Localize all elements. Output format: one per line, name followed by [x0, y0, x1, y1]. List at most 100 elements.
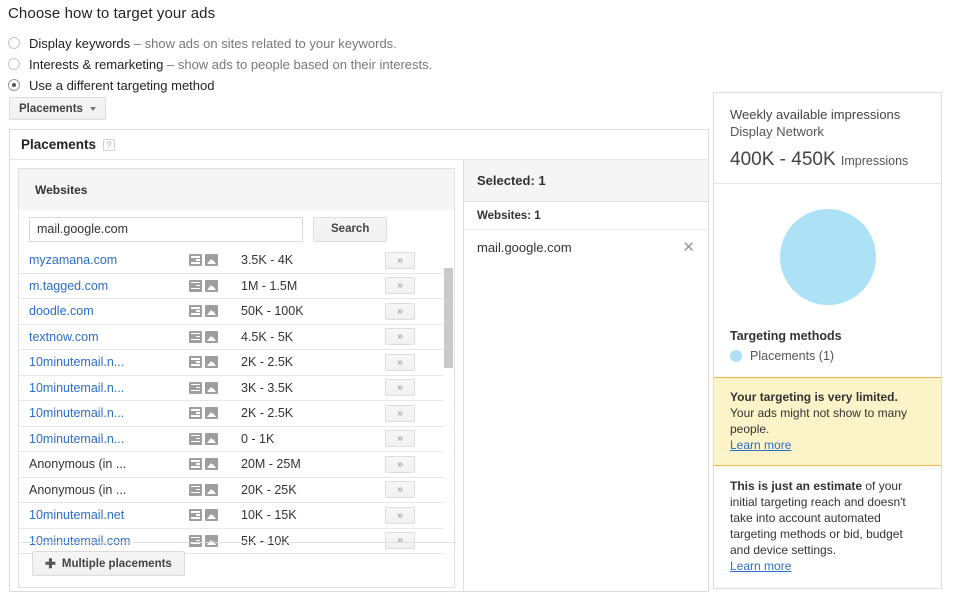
table-row[interactable]: Anonymous (in ... 20M - 25M » — [19, 452, 454, 477]
add-placement-button[interactable]: » — [385, 506, 415, 524]
estimate-line2: Display Network — [730, 124, 824, 139]
details-icon[interactable] — [189, 407, 202, 420]
website-name[interactable]: 10minutemail.n... — [29, 381, 189, 395]
radio-option-interests-remarketing[interactable]: Interests & remarketing – show ads to pe… — [8, 54, 432, 74]
websites-list-container: Search myzamana.com3.5K - 4K»m.tagged.co… — [18, 210, 455, 588]
row-icons — [189, 356, 241, 369]
radio-option-display-keywords[interactable]: Display keywords – show ads on sites rel… — [8, 33, 432, 53]
details-icon[interactable] — [189, 305, 202, 318]
targeting-options-group: Display keywords – show ads on sites rel… — [8, 33, 432, 96]
row-icons — [189, 407, 241, 420]
table-row[interactable]: 10minutemail.n... 0 - 1K » — [19, 427, 454, 452]
add-placement-button[interactable]: » — [385, 481, 415, 499]
estimate-value-row: 400K - 450K Impressions — [730, 149, 925, 171]
website-name[interactable]: m.tagged.com — [29, 279, 189, 293]
chart-icon[interactable] — [205, 330, 218, 343]
reach-circle — [779, 208, 876, 305]
targeting-warning: Your targeting is very limited. Your ads… — [714, 377, 941, 466]
details-icon[interactable] — [189, 330, 202, 343]
chart-icon[interactable] — [205, 483, 218, 496]
add-placement-button[interactable]: » — [385, 379, 415, 397]
chart-icon[interactable] — [205, 305, 218, 318]
radio-indicator[interactable] — [8, 58, 20, 70]
website-name: Anonymous (in ... — [29, 482, 127, 497]
table-row[interactable]: m.tagged.com 1M - 1.5M » — [19, 274, 454, 299]
table-row[interactable]: myzamana.com 3.5K - 4K » — [19, 248, 454, 273]
page-title: Choose how to target your ads — [8, 5, 216, 22]
table-row[interactable]: 10minutemail.n... 2K - 2.5K » — [19, 401, 454, 426]
chart-icon[interactable] — [205, 458, 218, 471]
row-icons — [189, 432, 241, 445]
selected-header: Selected: 1 — [464, 160, 708, 202]
row-impressions: 0 - 1K — [241, 431, 275, 446]
chevron-down-icon — [89, 106, 96, 111]
radio-label: Display keywords – show ads on sites rel… — [29, 35, 397, 51]
warning-text: Your ads might not show to many people. — [730, 406, 907, 436]
chart-icon[interactable] — [205, 381, 218, 394]
details-icon[interactable] — [189, 432, 202, 445]
list-scrollbar-thumb[interactable] — [444, 268, 453, 368]
chart-icon[interactable] — [205, 407, 218, 420]
row-impressions: 3.5K - 4K — [241, 253, 294, 268]
targeting-method-dropdown[interactable]: Placements — [9, 97, 106, 120]
search-input[interactable] — [29, 216, 303, 242]
details-icon[interactable] — [189, 381, 202, 394]
help-icon[interactable]: ? — [103, 138, 116, 151]
website-name[interactable]: textnow.com — [29, 330, 189, 344]
details-icon[interactable] — [189, 279, 202, 292]
radio-indicator[interactable] — [8, 37, 20, 49]
table-row[interactable]: 10minutemail.net 10K - 15K » — [19, 503, 454, 528]
row-icons — [189, 330, 241, 343]
estimate-value: 400K - 450K — [730, 149, 836, 170]
list-item: mail.google.com ✕ — [464, 230, 708, 264]
details-icon[interactable] — [189, 356, 202, 369]
add-placement-button[interactable]: » — [385, 404, 415, 422]
search-button[interactable]: Search — [313, 216, 388, 242]
chart-icon[interactable] — [205, 279, 218, 292]
add-placement-button[interactable]: » — [385, 455, 415, 473]
row-impressions: 3K - 3.5K — [241, 380, 294, 395]
websites-rows: myzamana.com 3.5K - 4K » m.tagged.com 1M - 1… — [19, 248, 454, 558]
row-icons — [189, 254, 241, 267]
panel-body: Websites Search myzamana.com3.5K - 4K»m.… — [10, 160, 708, 592]
targeting-method-legend-item: Placements (1) — [714, 343, 941, 377]
table-row[interactable]: doodle.com 50K - 100K » — [19, 299, 454, 324]
note-learn-more-link[interactable]: Learn more — [730, 559, 791, 573]
details-icon[interactable] — [189, 254, 202, 267]
table-row[interactable]: textnow.com 4.5K - 5K » — [19, 325, 454, 350]
add-placement-button[interactable]: » — [385, 302, 415, 320]
add-placement-button[interactable]: » — [385, 251, 415, 269]
details-icon[interactable] — [189, 483, 202, 496]
add-placement-button[interactable]: » — [385, 277, 415, 295]
selected-column: Selected: 1 Websites: 1 mail.google.com … — [464, 160, 708, 592]
targeting-methods-title: Targeting methods — [730, 329, 842, 343]
close-icon[interactable]: ✕ — [682, 238, 695, 256]
add-placement-button[interactable]: » — [385, 430, 415, 448]
chart-icon[interactable] — [205, 254, 218, 267]
website-name[interactable]: doodle.com — [29, 304, 189, 318]
row-icons — [189, 305, 241, 318]
panel-title: Placements — [21, 137, 97, 152]
website-name[interactable]: 10minutemail.n... — [29, 432, 189, 446]
add-placement-button[interactable]: » — [385, 328, 415, 346]
add-placement-button[interactable]: » — [385, 353, 415, 371]
details-icon[interactable] — [189, 458, 202, 471]
chart-icon[interactable] — [205, 509, 218, 522]
website-name[interactable]: 10minutemail.n... — [29, 355, 189, 369]
chart-icon[interactable] — [205, 432, 218, 445]
row-icons — [189, 458, 241, 471]
website-name[interactable]: 10minutemail.n... — [29, 406, 189, 420]
website-name[interactable]: myzamana.com — [29, 253, 189, 267]
warning-learn-more-link[interactable]: Learn more — [730, 438, 791, 452]
chart-icon[interactable] — [205, 356, 218, 369]
table-row[interactable]: Anonymous (in ... 20K - 25K » — [19, 478, 454, 503]
website-name[interactable]: 10minutemail.net — [29, 508, 189, 522]
details-icon[interactable] — [189, 509, 202, 522]
table-row[interactable]: 10minutemail.n... 3K - 3.5K » — [19, 376, 454, 401]
table-row[interactable]: 10minutemail.n... 2K - 2.5K » — [19, 350, 454, 375]
multiple-placements-button[interactable]: ✚ Multiple placements — [32, 551, 185, 576]
radio-indicator-selected[interactable] — [8, 79, 20, 91]
radio-option-different-method[interactable]: Use a different targeting method — [8, 75, 432, 95]
placements-panel: Placements ? Websites Search myzamana.co… — [9, 129, 709, 592]
row-icons — [189, 483, 241, 496]
